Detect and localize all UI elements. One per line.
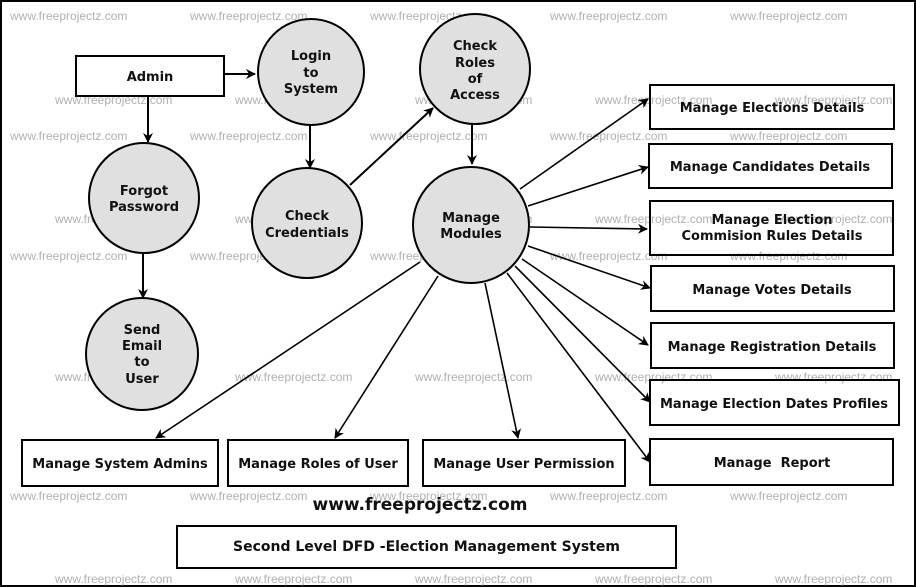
process-label-line: Forgot: [120, 184, 168, 199]
process-label-line: Credentials: [265, 226, 349, 241]
store-elections-details[interactable]: Manage Elections Details: [649, 84, 895, 130]
entity-admin[interactable]: Admin: [75, 55, 225, 97]
flow-to-commission-rules: [529, 223, 648, 234]
process-check-roles-of-access[interactable]: Check Roles of Access: [419, 13, 531, 125]
flow-to-registration: [521, 258, 649, 346]
store-label: Manage Roles of User: [238, 457, 398, 472]
process-label-line: Check: [453, 39, 497, 54]
process-label-line: Check: [285, 209, 329, 224]
store-label: Manage User Permission: [433, 457, 614, 472]
module-flows: [155, 98, 651, 463]
site-title: www.freeprojectz.com: [312, 495, 528, 515]
store-candidates-details[interactable]: Manage Candidates Details: [648, 143, 893, 189]
store-label: Manage Votes Details: [692, 283, 851, 298]
process-label-line: Roles: [455, 56, 495, 71]
store-election-dates-profiles[interactable]: Manage Election Dates Profiles: [649, 379, 900, 426]
process-label-line: to: [134, 355, 149, 370]
store-label: Manage Candidates Details: [670, 160, 871, 175]
store-label: Manage Report: [714, 456, 831, 471]
process-label-line: Login: [291, 49, 331, 64]
process-label-line: of: [468, 72, 483, 87]
process-forgot-password[interactable]: Forgot Password: [88, 142, 200, 254]
process-label-line: Password: [109, 200, 179, 215]
flow-to-user-permission: [484, 282, 522, 439]
flow-to-roles-of-user: [334, 275, 439, 439]
store-user-permission[interactable]: Manage User Permission: [422, 439, 626, 487]
flow-to-election-dates: [514, 265, 651, 403]
store-label: Manage System Admins: [32, 457, 208, 472]
process-label-line: User: [125, 372, 159, 387]
store-label: Manage Registration Details: [668, 340, 877, 355]
store-roles-of-user[interactable]: Manage Roles of User: [227, 439, 409, 487]
process-label-line: Manage: [442, 211, 500, 226]
store-votes-details[interactable]: Manage Votes Details: [650, 265, 895, 312]
process-label-line: to: [303, 66, 318, 81]
flow-check-credentials-to-check-roles: [349, 107, 434, 186]
store-label: Manage Elections Details: [680, 101, 865, 116]
process-label-line: Modules: [440, 227, 502, 242]
store-registration-details[interactable]: Manage Registration Details: [650, 322, 895, 369]
store-report[interactable]: Manage Report: [649, 438, 894, 486]
process-label-line: Send: [124, 323, 161, 338]
store-commission-rules-details[interactable]: Manage Election Commision Rules Details: [649, 200, 894, 256]
process-label-line: Access: [450, 88, 500, 103]
store-system-admins[interactable]: Manage System Admins: [21, 439, 219, 487]
process-label-line: Email: [122, 339, 162, 354]
process-send-email-to-user[interactable]: Send Email to User: [85, 297, 199, 411]
flow-to-votes: [527, 245, 651, 290]
entity-admin-label: Admin: [127, 70, 174, 85]
flow-to-report: [506, 272, 651, 463]
process-manage-modules[interactable]: Manage Modules: [412, 166, 530, 284]
flow-to-elections: [519, 98, 649, 190]
process-login-to-system[interactable]: Login to System: [257, 18, 365, 126]
process-label-line: System: [284, 82, 338, 97]
store-label: Commision Rules Details: [682, 229, 863, 244]
store-label: Manage Election Dates Profiles: [660, 397, 888, 412]
store-label: Manage Election: [711, 213, 832, 228]
flow-to-candidates: [527, 165, 649, 207]
diagram-caption: Second Level DFD -Election Management Sy…: [176, 525, 677, 569]
process-check-credentials[interactable]: Check Credentials: [251, 167, 363, 279]
